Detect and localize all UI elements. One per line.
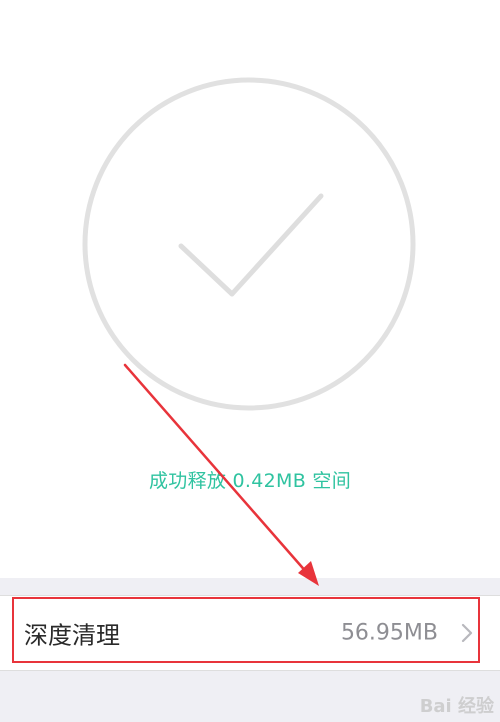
chevron-right-icon <box>461 623 473 643</box>
deep-clean-size: 56.95MB <box>340 620 438 646</box>
watermark-logo: Bai 经验 <box>419 696 494 717</box>
success-check-graphic <box>82 77 416 411</box>
deep-clean-row[interactable]: 深度清理 56.95MB <box>0 595 500 671</box>
success-message: 成功释放 0.42MB 空间 <box>148 470 351 492</box>
deep-clean-label: 深度清理 <box>24 621 120 650</box>
success-circle <box>82 77 416 411</box>
checkmark-icon <box>178 193 324 297</box>
cleanup-result-panel: 成功释放 0.42MB 空间 <box>0 0 500 578</box>
